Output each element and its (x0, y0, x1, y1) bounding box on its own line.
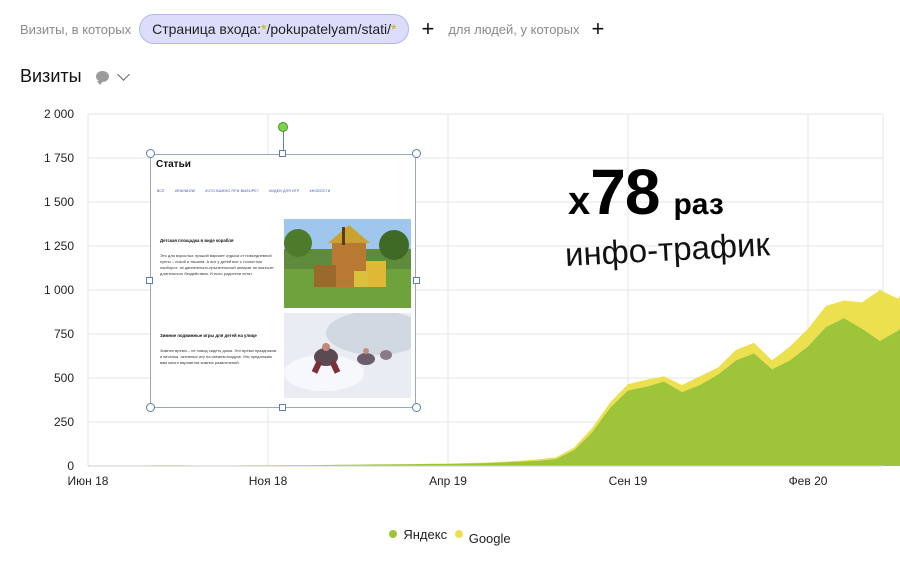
x-tick-label: Апр 19 (429, 474, 467, 488)
resize-handle-top[interactable] (279, 150, 286, 157)
screenshot-article-2: Зимние подвижные игры для детей на улице… (160, 333, 278, 366)
legend-dot-yandex (389, 530, 398, 538)
visits-area-chart: 0 250 500 750 1 000 1 250 1 500 1 750 2 000 Июн 1… (44, 107, 900, 488)
growth-prefix: x (568, 179, 591, 223)
y-tick-label: 1 000 (44, 283, 74, 297)
article-1-text: Это для взрослых лучший вариант отдыха о… (160, 253, 274, 276)
legend-item-yandex[interactable]: Яндекс (389, 527, 447, 542)
screenshot-nav-item: #RAINBOW (174, 189, 196, 193)
y-tick-label: 500 (54, 371, 74, 385)
article-1-title: Детская площадка в виде корабля (160, 238, 234, 243)
legend-item-google[interactable]: Google (454, 530, 511, 546)
screenshot-nav: ВСЕ #RAINBOW #ЧТО ВАЖНО ПРИ ВЫБОРЕ? #ИДЕ… (157, 189, 339, 193)
resize-handle-top-left[interactable] (146, 149, 155, 158)
resize-handle-right[interactable] (413, 277, 420, 284)
resize-handle-top-right[interactable] (412, 149, 421, 158)
rotate-handle[interactable] (278, 122, 288, 132)
screenshot-article-1: Детская площадка в виде корабля Это для … (160, 238, 278, 276)
y-tick-label: 0 (67, 459, 74, 473)
legend-label-google: Google (468, 530, 511, 546)
resize-handle-bottom-left[interactable] (146, 403, 155, 412)
growth-unit: раз (673, 188, 724, 221)
snow-angels-photo (284, 313, 411, 398)
screenshot-nav-item: #НОВОСТИ (309, 189, 331, 193)
articles-page-screenshot[interactable]: Статьи ВСЕ #RAINBOW #ЧТО ВАЖНО ПРИ ВЫБОР… (150, 154, 416, 408)
legend-dot-google (454, 530, 463, 538)
y-tick-label: 250 (54, 415, 74, 429)
playground-photo (284, 219, 411, 308)
y-tick-label: 1 250 (44, 239, 74, 253)
screenshot-nav-item: #ИДЕИ ДЛЯ ИГР (269, 189, 300, 193)
x-tick-label: Ноя 18 (249, 474, 288, 488)
article-2-title: Зимние подвижные игры для детей на улице (160, 333, 257, 338)
y-tick-label: 750 (54, 327, 74, 341)
resize-handle-bottom-right[interactable] (412, 403, 421, 412)
x-tick-label: Июн 18 (68, 474, 109, 488)
y-tick-label: 1 500 (44, 195, 74, 209)
x-tick-label: Сен 19 (609, 474, 648, 488)
y-tick-label: 2 000 (44, 107, 74, 121)
screenshot-heading: Статьи (156, 159, 191, 170)
growth-annotation: x78 раз (568, 160, 724, 224)
article-2-text: Зимнее время – не повод сидеть дома. Это… (160, 348, 276, 365)
legend-label-yandex: Яндекс (403, 526, 448, 542)
growth-number: 78 (590, 156, 660, 228)
x-tick-label: Фев 20 (789, 474, 828, 488)
screenshot-nav-item: #ЧТО ВАЖНО ПРИ ВЫБОРЕ? (205, 189, 260, 193)
screenshot-nav-item: ВСЕ (157, 189, 165, 193)
chart-legend: Яндекс Google (0, 526, 900, 546)
y-tick-label: 1 750 (44, 151, 74, 165)
resize-handle-left[interactable] (146, 277, 153, 284)
resize-handle-bottom[interactable] (279, 404, 286, 411)
